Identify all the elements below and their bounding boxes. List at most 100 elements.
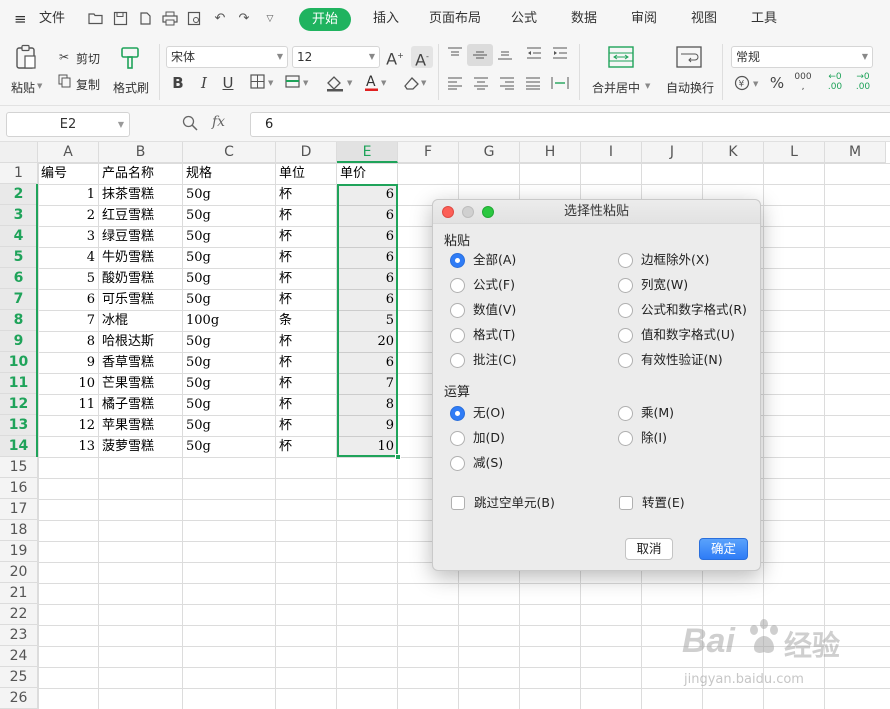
operation-option-radio[interactable]	[450, 431, 465, 446]
column-header[interactable]: C	[183, 142, 276, 163]
align-center-icon[interactable]	[472, 76, 490, 95]
table-cell[interactable]: 抹茶雪糕	[99, 184, 182, 205]
print-preview-icon[interactable]	[187, 11, 203, 27]
operation-option-label[interactable]: 除(I)	[641, 428, 667, 448]
name-box[interactable]: E2 ▼	[6, 112, 130, 137]
file-menu[interactable]: 文件	[39, 0, 65, 38]
tab-review[interactable]: 审阅	[631, 0, 657, 38]
table-cell[interactable]: 8	[38, 331, 98, 352]
bold-icon[interactable]: B	[170, 74, 186, 92]
table-cell[interactable]: 杯	[276, 205, 336, 226]
table-cell[interactable]: 50g	[183, 415, 275, 436]
paste-option-radio[interactable]	[450, 353, 465, 368]
align-top-icon[interactable]	[446, 46, 464, 65]
paste-option-label[interactable]: 全部(A)	[473, 250, 516, 270]
table-cell[interactable]: 杯	[276, 268, 336, 289]
table-cell[interactable]: 6	[337, 205, 397, 226]
currency-format-icon[interactable]: ¥ ▼	[734, 74, 762, 97]
paste-option-radio[interactable]	[450, 253, 465, 268]
font-name-select[interactable]: 宋体 ▼	[166, 46, 288, 68]
table-cell[interactable]: 条	[276, 310, 336, 331]
paste-icon[interactable]	[13, 44, 39, 70]
align-right-icon[interactable]	[498, 76, 516, 95]
paste-option-label[interactable]: 格式(T)	[473, 325, 515, 345]
row-header[interactable]: 11	[0, 373, 38, 394]
paste-option-label[interactable]: 边框除外(X)	[641, 250, 709, 270]
wrap-text-button[interactable]: 自动换行	[666, 79, 714, 96]
minimize-window-icon[interactable]	[462, 206, 474, 218]
table-cell[interactable]: 9	[38, 352, 98, 373]
table-cell[interactable]: 5	[337, 310, 397, 331]
table-cell[interactable]: 12	[38, 415, 98, 436]
table-cell[interactable]: 11	[38, 394, 98, 415]
fill-style-icon[interactable]: ▼	[285, 74, 313, 95]
row-header[interactable]: 16	[0, 478, 38, 499]
cancel-button[interactable]: 取消	[625, 538, 673, 560]
clear-eraser-icon[interactable]: ▼	[401, 74, 431, 97]
row-header[interactable]: 3	[0, 205, 38, 226]
increase-font-icon[interactable]: A+	[386, 47, 404, 68]
close-window-icon[interactable]	[442, 206, 454, 218]
operation-option-label[interactable]: 无(O)	[473, 403, 505, 423]
italic-icon[interactable]: I	[196, 74, 212, 92]
operation-option-radio[interactable]	[618, 406, 633, 421]
fx-icon[interactable]: fx	[212, 114, 225, 130]
row-header[interactable]: 26	[0, 688, 38, 709]
operation-option-label[interactable]: 乘(M)	[641, 403, 674, 423]
table-cell[interactable]: 50g	[183, 247, 275, 268]
paste-option-label[interactable]: 公式和数字格式(R)	[641, 300, 747, 320]
column-header[interactable]: I	[581, 142, 642, 163]
table-cell[interactable]: 50g	[183, 352, 275, 373]
table-cell[interactable]: 50g	[183, 289, 275, 310]
table-cell[interactable]: 6	[337, 352, 397, 373]
row-header[interactable]: 1	[0, 163, 38, 184]
row-header[interactable]: 5	[0, 247, 38, 268]
table-cell[interactable]: 4	[38, 247, 98, 268]
zoom-search-icon[interactable]	[181, 114, 199, 132]
operation-option-label[interactable]: 减(S)	[473, 453, 503, 473]
align-middle-icon[interactable]	[467, 44, 493, 66]
column-header[interactable]: F	[398, 142, 459, 163]
thousands-separator-icon[interactable]: 000,	[792, 72, 814, 92]
table-cell[interactable]: 5	[38, 268, 98, 289]
column-header[interactable]: J	[642, 142, 703, 163]
skip-blanks-checkbox[interactable]	[451, 496, 465, 510]
tab-view[interactable]: 视图	[691, 0, 717, 38]
align-bottom-icon[interactable]	[496, 46, 514, 65]
column-header[interactable]: H	[520, 142, 581, 163]
table-cell[interactable]: 50g	[183, 268, 275, 289]
increase-indent-icon[interactable]	[551, 46, 569, 65]
table-cell[interactable]: 杯	[276, 373, 336, 394]
table-cell[interactable]: 50g	[183, 436, 275, 457]
table-cell[interactable]: 苹果雪糕	[99, 415, 182, 436]
table-cell[interactable]: 杯	[276, 226, 336, 247]
tab-page-layout[interactable]: 页面布局	[429, 0, 481, 38]
table-cell[interactable]: 10	[38, 373, 98, 394]
row-header[interactable]: 23	[0, 625, 38, 646]
paste-dropdown-icon[interactable]: ▼	[37, 82, 42, 90]
header-cell[interactable]: 规格	[183, 163, 275, 184]
table-cell[interactable]: 7	[38, 310, 98, 331]
paste-option-label[interactable]: 数值(V)	[473, 300, 516, 320]
header-cell[interactable]: 产品名称	[99, 163, 182, 184]
row-header[interactable]: 15	[0, 457, 38, 478]
row-header[interactable]: 19	[0, 541, 38, 562]
print-icon[interactable]	[162, 11, 178, 27]
table-cell[interactable]: 杯	[276, 331, 336, 352]
table-cell[interactable]: 杯	[276, 184, 336, 205]
row-header[interactable]: 25	[0, 667, 38, 688]
column-header[interactable]: B	[99, 142, 183, 163]
column-header[interactable]: E	[337, 142, 398, 163]
paste-option-radio[interactable]	[618, 278, 633, 293]
column-header[interactable]: L	[764, 142, 825, 163]
table-cell[interactable]: 红豆雪糕	[99, 205, 182, 226]
paste-option-radio[interactable]	[450, 303, 465, 318]
transpose-checkbox[interactable]	[619, 496, 633, 510]
tab-home[interactable]: 开始	[299, 8, 352, 31]
select-all-corner[interactable]	[0, 142, 38, 163]
table-cell[interactable]: 橘子雪糕	[99, 394, 182, 415]
header-cell[interactable]: 编号	[38, 163, 98, 184]
table-cell[interactable]: 杯	[276, 436, 336, 457]
column-header[interactable]: K	[703, 142, 764, 163]
header-cell[interactable]: 单位	[276, 163, 336, 184]
